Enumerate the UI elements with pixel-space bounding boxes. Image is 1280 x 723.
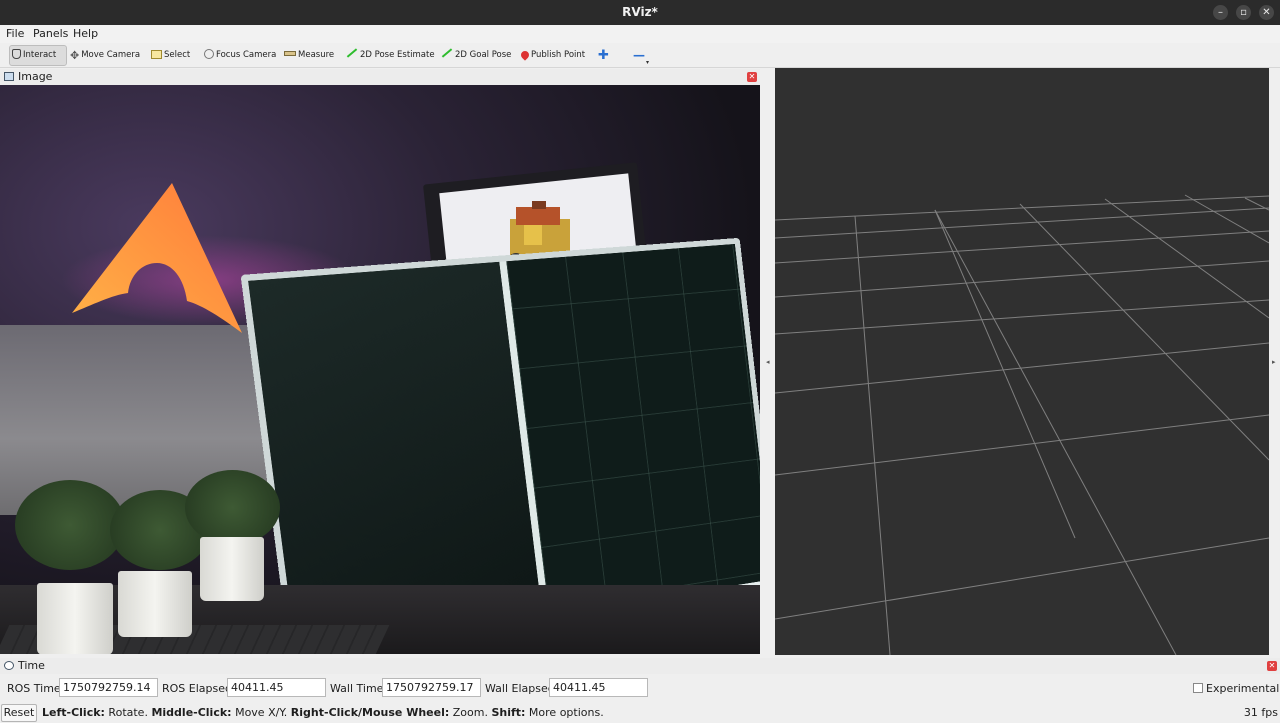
interact-tool-button[interactable]: Interact [9,45,67,66]
plant-pot [37,583,113,654]
plus-icon[interactable]: ✚ [598,48,609,63]
experimental-checkbox[interactable] [1193,683,1203,693]
focus-camera-tool-button[interactable]: Focus Camera [204,46,279,65]
camera-image [0,85,760,654]
time-panel-header: Time ✕ [0,658,1280,674]
wall-elapsed-label: Wall Elapsed: [485,682,559,695]
menu-help[interactable]: Help [73,27,98,40]
image-panel-close-icon[interactable]: ✕ [747,72,757,82]
hint-left-click-desc: Rotate. [104,706,152,719]
move-arrows-icon: ✥ [70,49,80,62]
time-row: ROS Time: 1750792759.14 ROS Elapsed: 404… [0,678,1280,698]
plant [185,470,280,545]
ros-time-field[interactable]: 1750792759.14 [59,678,158,697]
wall-elapsed-field[interactable]: 40411.45 [549,678,648,697]
pose-estimate-label: 2D Pose Estimate [360,50,435,60]
image-panel-title: Image [18,70,53,83]
wall-time-field[interactable]: 1750792759.17 [382,678,481,697]
menu-panels[interactable]: Panels [33,27,68,40]
arch-linux-logo [72,183,242,333]
interact-label: Interact [23,50,57,60]
publish-point-label: Publish Point [531,50,586,60]
ground-grid [775,194,1269,655]
splitter-handle-icon: ▸ [1272,358,1276,366]
splitter-handle-icon: ◂ [766,358,770,366]
map-pin-icon [519,49,531,61]
reset-button[interactable]: Reset [1,704,37,722]
hint-middle-click-desc: Move X/Y. [231,706,291,719]
green-arrow-icon [346,48,358,58]
move-camera-tool-button[interactable]: ✥ Move Camera [70,46,143,65]
wall-time-label: Wall Time: [330,682,388,695]
window-title: RViz* [622,5,658,19]
clock-icon [4,661,14,670]
plant [15,480,125,570]
hint-shift: Shift: [491,706,526,719]
publish-point-tool-button[interactable]: Publish Point [519,46,588,65]
mouse-hint: Left-Click: Rotate. Middle-Click: Move X… [42,706,604,719]
time-panel-close-icon[interactable]: ✕ [1267,661,1277,671]
panel-splitter[interactable]: ◂ [760,68,775,655]
hand-icon [12,49,21,59]
crosshair-icon [204,49,214,59]
goal-pose-label: 2D Goal Pose [455,50,512,60]
measure-label: Measure [298,50,335,60]
goal-pose-tool-button[interactable]: 2D Goal Pose [441,46,514,65]
measure-tool-button[interactable]: Measure [284,46,337,65]
menu-bar: File Panels Help [0,25,1280,43]
green-arrow-icon [441,48,453,58]
ros-time-label: ROS Time: [7,682,65,695]
fps-readout: 31 fps [1243,706,1278,719]
image-panel-icon [4,72,14,81]
ros-elapsed-label: ROS Elapsed: [162,682,236,695]
window-titlebar: RViz* – ▫ ✕ [0,0,1280,25]
maximize-button[interactable]: ▫ [1236,5,1251,20]
close-window-button[interactable]: ✕ [1259,5,1274,20]
select-label: Select [164,50,191,60]
select-tool-button[interactable]: Select [151,46,193,65]
hint-left-click: Left-Click: [42,706,105,719]
status-bar: Reset Left-Click: Rotate. Middle-Click: … [0,702,1280,723]
experimental-label: Experimental [1206,682,1280,695]
hint-right-click-desc: Zoom. [449,706,492,719]
focus-camera-label: Focus Camera [216,50,277,60]
hint-right-click: Right-Click/Mouse Wheel: [290,706,450,719]
ruler-icon [284,51,296,56]
time-panel-title: Time [18,659,45,672]
select-rectangle-icon [151,50,162,59]
ros-elapsed-field[interactable]: 40411.45 [227,678,326,697]
hint-middle-click: Middle-Click: [151,706,232,719]
pose-estimate-tool-button[interactable]: 2D Pose Estimate [346,46,438,65]
move-camera-label: Move Camera [81,50,141,60]
plant-pot [200,537,264,601]
minus-icon[interactable]: —▾ [633,48,649,66]
minimize-button[interactable]: – [1213,5,1228,20]
hint-shift-desc: More options. [525,706,604,719]
render-3d-view[interactable] [775,68,1269,655]
image-panel-header: Image ✕ [0,69,760,85]
plant-pot [118,571,192,637]
menu-file[interactable]: File [6,27,24,40]
right-splitter[interactable]: ▸ [1269,68,1280,655]
